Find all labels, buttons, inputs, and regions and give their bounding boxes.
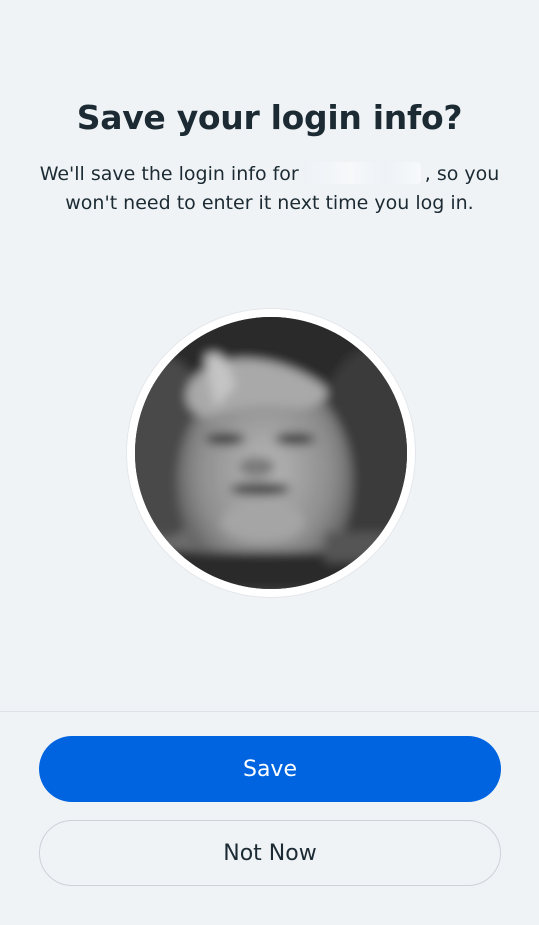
footer-divider: [0, 711, 539, 712]
login-info-description: We'll save the login info for, so you wo…: [20, 160, 519, 218]
save-button[interactable]: Save: [39, 736, 501, 802]
redacted-username: [302, 162, 421, 184]
save-login-screen: Save your login info? We'll save the log…: [0, 0, 539, 925]
not-now-button[interactable]: Not Now: [39, 820, 501, 886]
avatar-frame: [127, 309, 415, 597]
avatar: [135, 317, 407, 589]
profile-photo-icon: [135, 317, 407, 589]
description-text-start: We'll save the login info for: [39, 163, 299, 185]
page-title: Save your login info?: [76, 98, 463, 137]
